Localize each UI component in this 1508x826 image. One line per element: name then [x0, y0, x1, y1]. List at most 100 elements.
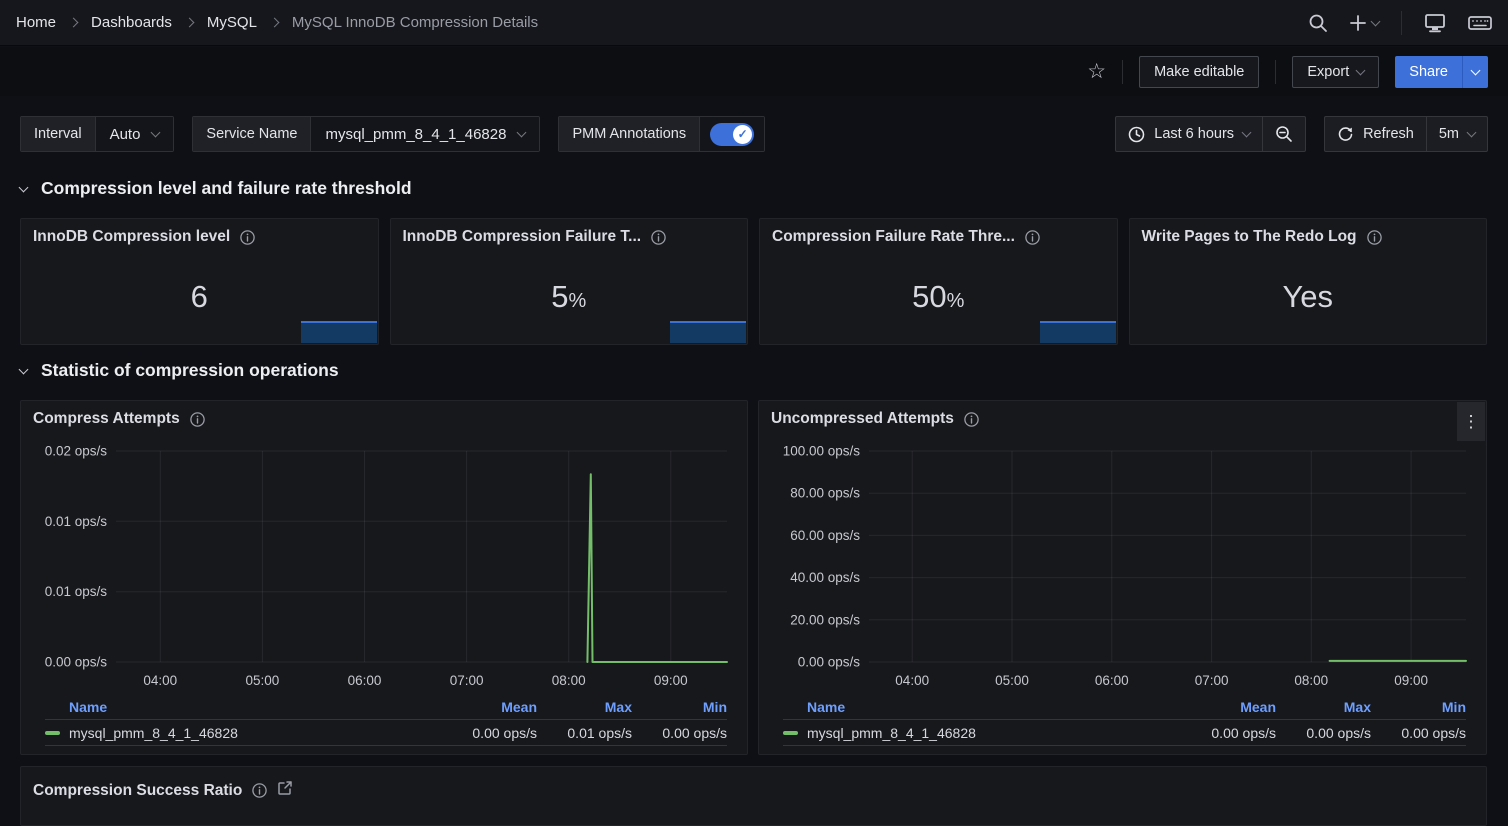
uncompressed-attempts-chart[interactable]: 100.00 ops/s 80.00 ops/s 60.00 ops/s 40.00 … — [759, 441, 1486, 691]
service-name-variable: Service Name mysql_pmm_8_4_1_46828 — [192, 116, 540, 152]
panel-title[interactable]: Compression Failure Rate Thre... — [772, 228, 1040, 246]
breadcrumb-home[interactable]: Home — [16, 14, 56, 31]
svg-text:40.00 ops/s: 40.00 ops/s — [790, 570, 860, 585]
svg-text:60.00 ops/s: 60.00 ops/s — [790, 528, 860, 543]
svg-text:0.01 ops/s: 0.01 ops/s — [45, 514, 108, 529]
info-icon[interactable] — [190, 412, 205, 427]
refresh-interval-select[interactable]: 5m — [1427, 117, 1487, 151]
breadcrumb-current-page: MySQL InnoDB Compression Details — [292, 14, 538, 31]
legend-header: Name Mean Max Min — [45, 694, 727, 720]
info-icon[interactable] — [1367, 230, 1382, 245]
refresh-picker: Refresh 5m — [1324, 116, 1488, 152]
section-title: Compression level and failure rate thres… — [41, 178, 412, 199]
divider — [1122, 60, 1123, 84]
time-range-button[interactable]: Last 6 hours — [1116, 117, 1262, 151]
panel-title[interactable]: Compression Success Ratio — [33, 780, 293, 801]
chevron-down-icon — [1371, 16, 1381, 26]
legend-col-min[interactable]: Min — [1371, 699, 1466, 715]
favorite-star-icon[interactable]: ☆ — [1087, 61, 1106, 82]
charts-row: Compress Attempts 0.02 ops/s0.01 ops/s0.… — [20, 400, 1487, 755]
panel-title[interactable]: InnoDB Compression level — [33, 228, 255, 246]
info-icon[interactable] — [252, 783, 267, 798]
zoom-out-button[interactable] — [1263, 117, 1305, 151]
chevron-down-icon — [1242, 128, 1252, 138]
svg-text:05:00: 05:00 — [246, 673, 280, 688]
panel-title[interactable]: Uncompressed Attempts — [771, 410, 979, 428]
keyboard-icon[interactable] — [1468, 14, 1492, 32]
refresh-button[interactable]: Refresh — [1325, 117, 1426, 151]
top-nav-bar: Home Dashboards MySQL MySQL InnoDB Compr… — [0, 0, 1508, 46]
chevron-down-icon — [151, 128, 161, 138]
panel-uncompressed-attempts: Uncompressed Attempts ⋮ 100.00 ops/s 80.0… — [758, 400, 1487, 755]
svg-text:05:00: 05:00 — [995, 673, 1029, 688]
panel-compression-success-ratio: Compression Success Ratio — [20, 766, 1487, 826]
chevron-right-icon — [184, 18, 194, 28]
service-name-select[interactable]: mysql_pmm_8_4_1_46828 — [311, 117, 539, 151]
pmm-annotations-toggle[interactable]: ✓ — [700, 117, 764, 151]
monitor-icon[interactable] — [1424, 13, 1446, 33]
time-range-picker: Last 6 hours — [1115, 116, 1306, 152]
svg-text:09:00: 09:00 — [654, 673, 688, 688]
chart-legend: Name Mean Max Min mysql_pmm_8_4_1_46828 … — [759, 694, 1486, 746]
nav-actions — [1308, 11, 1492, 35]
panel-menu-kebab-icon[interactable]: ⋮ — [1457, 402, 1485, 441]
svg-text:20.00 ops/s: 20.00 ops/s — [790, 612, 860, 627]
make-editable-button[interactable]: Make editable — [1139, 56, 1259, 88]
chevron-down-icon — [1471, 65, 1481, 75]
stat-value: 6 — [21, 279, 378, 315]
panel-title[interactable]: Compress Attempts — [33, 410, 205, 428]
legend-col-max[interactable]: Max — [537, 699, 632, 715]
svg-text:06:00: 06:00 — [348, 673, 382, 688]
share-button[interactable]: Share — [1395, 56, 1462, 88]
external-link-icon[interactable] — [277, 780, 293, 801]
export-button[interactable]: Export — [1292, 56, 1379, 88]
info-icon[interactable] — [964, 412, 979, 427]
search-icon[interactable] — [1308, 13, 1328, 33]
legend-row[interactable]: mysql_pmm_8_4_1_46828 0.00 ops/s 0.00 op… — [783, 720, 1466, 746]
svg-text:80.00 ops/s: 80.00 ops/s — [790, 486, 860, 501]
compress-attempts-chart[interactable]: 0.02 ops/s0.01 ops/s0.01 ops/s0.00 ops/s… — [21, 441, 747, 691]
chevron-down-icon — [19, 182, 29, 192]
info-icon[interactable] — [651, 230, 666, 245]
share-dropdown-button[interactable] — [1462, 56, 1488, 88]
legend-col-name[interactable]: Name — [783, 699, 1181, 715]
legend-col-mean[interactable]: Mean — [442, 699, 537, 715]
legend-col-name[interactable]: Name — [45, 699, 442, 715]
breadcrumb-mysql[interactable]: MySQL — [207, 14, 257, 31]
info-icon[interactable] — [240, 230, 255, 245]
svg-text:0.00 ops/s: 0.00 ops/s — [45, 655, 108, 670]
legend-row[interactable]: mysql_pmm_8_4_1_46828 0.00 ops/s 0.01 op… — [45, 720, 727, 746]
check-icon: ✓ — [733, 125, 752, 144]
panel-title[interactable]: Write Pages to The Redo Log — [1142, 228, 1382, 246]
legend-header: Name Mean Max Min — [783, 694, 1466, 720]
sparkline — [1040, 321, 1116, 343]
chevron-right-icon — [269, 18, 279, 28]
section-compression-threshold[interactable]: Compression level and failure rate thres… — [20, 178, 412, 199]
add-new-button[interactable] — [1350, 15, 1379, 31]
svg-text:07:00: 07:00 — [1195, 673, 1229, 688]
chevron-down-icon — [19, 364, 29, 374]
breadcrumb-dashboards[interactable]: Dashboards — [91, 14, 172, 31]
panel-compression-failure-threshold: InnoDB Compression Failure T... 5% — [390, 218, 749, 345]
legend-col-min[interactable]: Min — [632, 699, 727, 715]
svg-text:07:00: 07:00 — [450, 673, 484, 688]
legend-col-mean[interactable]: Mean — [1181, 699, 1276, 715]
chevron-down-icon — [1356, 65, 1366, 75]
panel-compress-attempts: Compress Attempts 0.02 ops/s0.01 ops/s0.… — [20, 400, 748, 755]
stat-value: 5% — [391, 279, 748, 315]
panel-write-pages-redo-log: Write Pages to The Redo Log Yes — [1129, 218, 1488, 345]
section-compression-operations[interactable]: Statistic of compression operations — [20, 360, 339, 381]
svg-text:100.00 ops/s: 100.00 ops/s — [783, 444, 861, 459]
stat-value: Yes — [1130, 279, 1487, 315]
legend-col-max[interactable]: Max — [1276, 699, 1371, 715]
svg-text:06:00: 06:00 — [1095, 673, 1129, 688]
breadcrumb: Home Dashboards MySQL MySQL InnoDB Compr… — [16, 14, 538, 31]
svg-text:08:00: 08:00 — [552, 673, 586, 688]
interval-variable: Interval Auto — [20, 116, 174, 152]
dashboard-toolbar: ☆ Make editable Export Share — [0, 47, 1508, 96]
divider — [1401, 11, 1402, 35]
info-icon[interactable] — [1025, 230, 1040, 245]
section-title: Statistic of compression operations — [41, 360, 339, 381]
interval-select[interactable]: Auto — [96, 117, 174, 151]
panel-title[interactable]: InnoDB Compression Failure T... — [403, 228, 667, 246]
